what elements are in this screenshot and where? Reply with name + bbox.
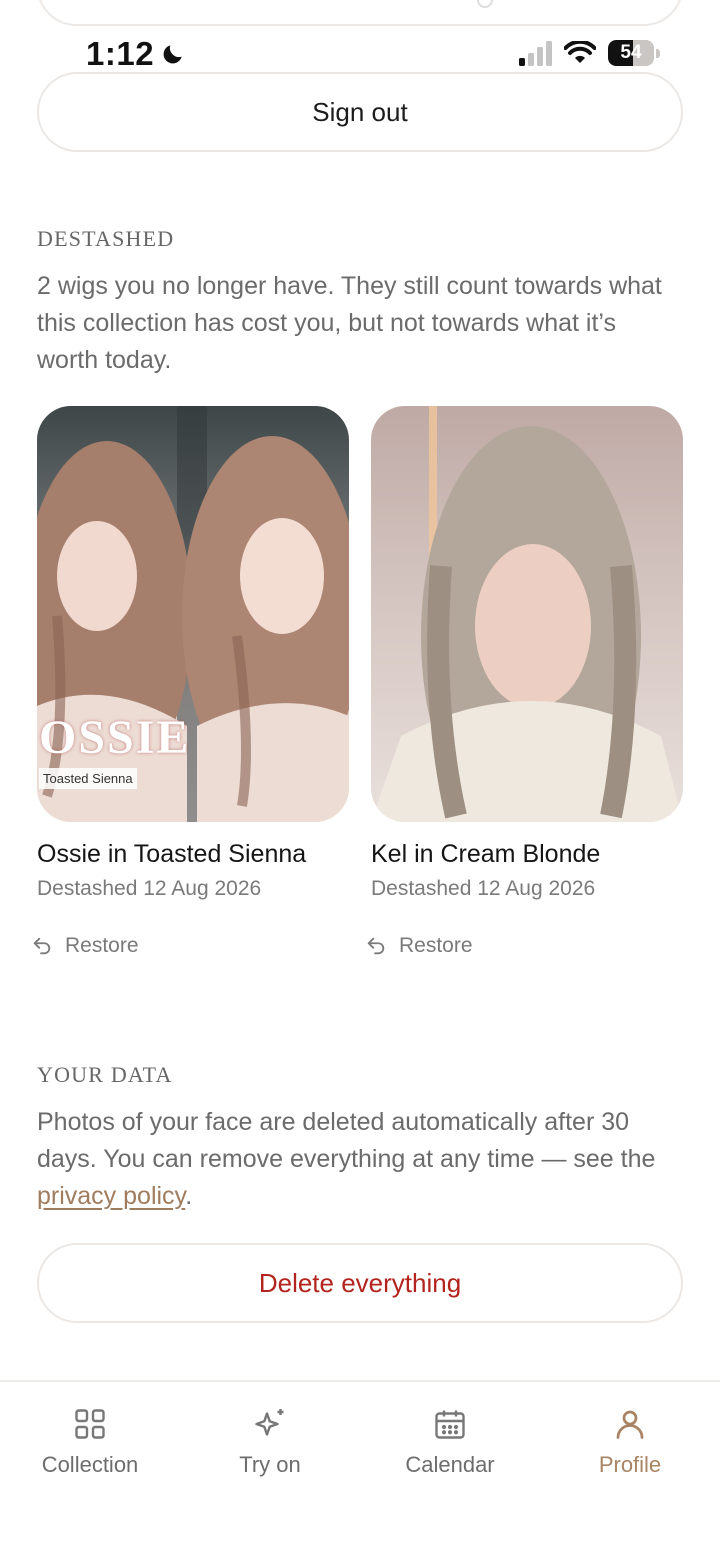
nav-label: Try on	[239, 1452, 301, 1477]
profile-screen: 1:12 54 Sign out DESTASHED 2 wigs you no…	[0, 0, 720, 1561]
grid-icon	[75, 1409, 105, 1439]
nav-collection[interactable]: Collection	[0, 1406, 180, 1478]
wig-photo[interactable]	[371, 406, 683, 822]
person-icon	[616, 1410, 644, 1439]
destashed-heading: DESTASHED	[37, 226, 175, 251]
destash-date: Destashed 12 Aug 2026	[37, 877, 262, 900]
wig-photo[interactable]: OSSIE Toasted Sienna	[37, 406, 349, 822]
spinner-icon	[477, 0, 493, 8]
nav-label: Profile	[598, 1452, 662, 1477]
wifi-icon	[564, 41, 596, 63]
wig-card[interactable]: OSSIE Toasted Sienna Ossie in Toasted Si…	[33, 406, 349, 957]
sparkles-icon	[255, 1409, 284, 1436]
nav-try-on[interactable]: Try on	[180, 1406, 360, 1478]
bottom-nav: Collection Try on Calendar Profile	[0, 1380, 720, 1561]
undo-icon	[33, 937, 51, 955]
restore-button[interactable]: Restore	[31, 934, 139, 958]
clock-text: 1:12	[86, 35, 155, 72]
your-data-text-end: .	[185, 1182, 193, 1210]
delete-everything-button[interactable]: Delete everything	[37, 1243, 683, 1323]
nav-label: Collection	[41, 1452, 139, 1477]
wig-photo-illustration	[371, 406, 683, 822]
battery-cap	[656, 48, 660, 58]
your-data-text: Photos of your face are deleted automati…	[37, 1108, 656, 1173]
destash-date: Destashed 12 Aug 2026	[371, 877, 596, 900]
battery-level-text: 54	[620, 42, 642, 63]
calendar-icon	[435, 1410, 465, 1439]
restore-button[interactable]: Restore	[365, 934, 473, 958]
your-data-heading: YOUR DATA	[37, 1062, 173, 1087]
photo-overlay-title: OSSIE	[39, 711, 191, 764]
cellular-signal-icon	[519, 40, 552, 66]
wig-name: Kel in Cream Blonde	[371, 840, 601, 868]
destashed-description: 2 wigs you no longer have. They still co…	[37, 272, 662, 374]
restore-label: Restore	[65, 934, 139, 957]
undo-icon	[367, 937, 385, 955]
moon-icon	[163, 45, 182, 64]
sign-out-button[interactable]: Sign out	[37, 72, 683, 152]
photo-overlay-tag: Toasted Sienna	[39, 768, 137, 789]
status-time: 1:12	[86, 34, 186, 74]
your-data-description: Photos of your face are deleted automati…	[37, 1104, 677, 1215]
nav-profile[interactable]: Profile	[540, 1406, 720, 1478]
wig-name: Ossie in Toasted Sienna	[37, 840, 307, 868]
status-indicators: 54	[519, 38, 660, 68]
nav-calendar[interactable]: Calendar	[360, 1406, 540, 1478]
nav-label: Calendar	[405, 1452, 495, 1477]
previous-button-cut[interactable]	[37, 0, 683, 26]
restore-label: Restore	[399, 934, 473, 957]
wig-card[interactable]: Kel in Cream Blonde Destashed 12 Aug 202…	[367, 406, 683, 957]
privacy-policy-link[interactable]: privacy policy	[37, 1182, 185, 1210]
battery-icon: 54	[608, 40, 654, 66]
